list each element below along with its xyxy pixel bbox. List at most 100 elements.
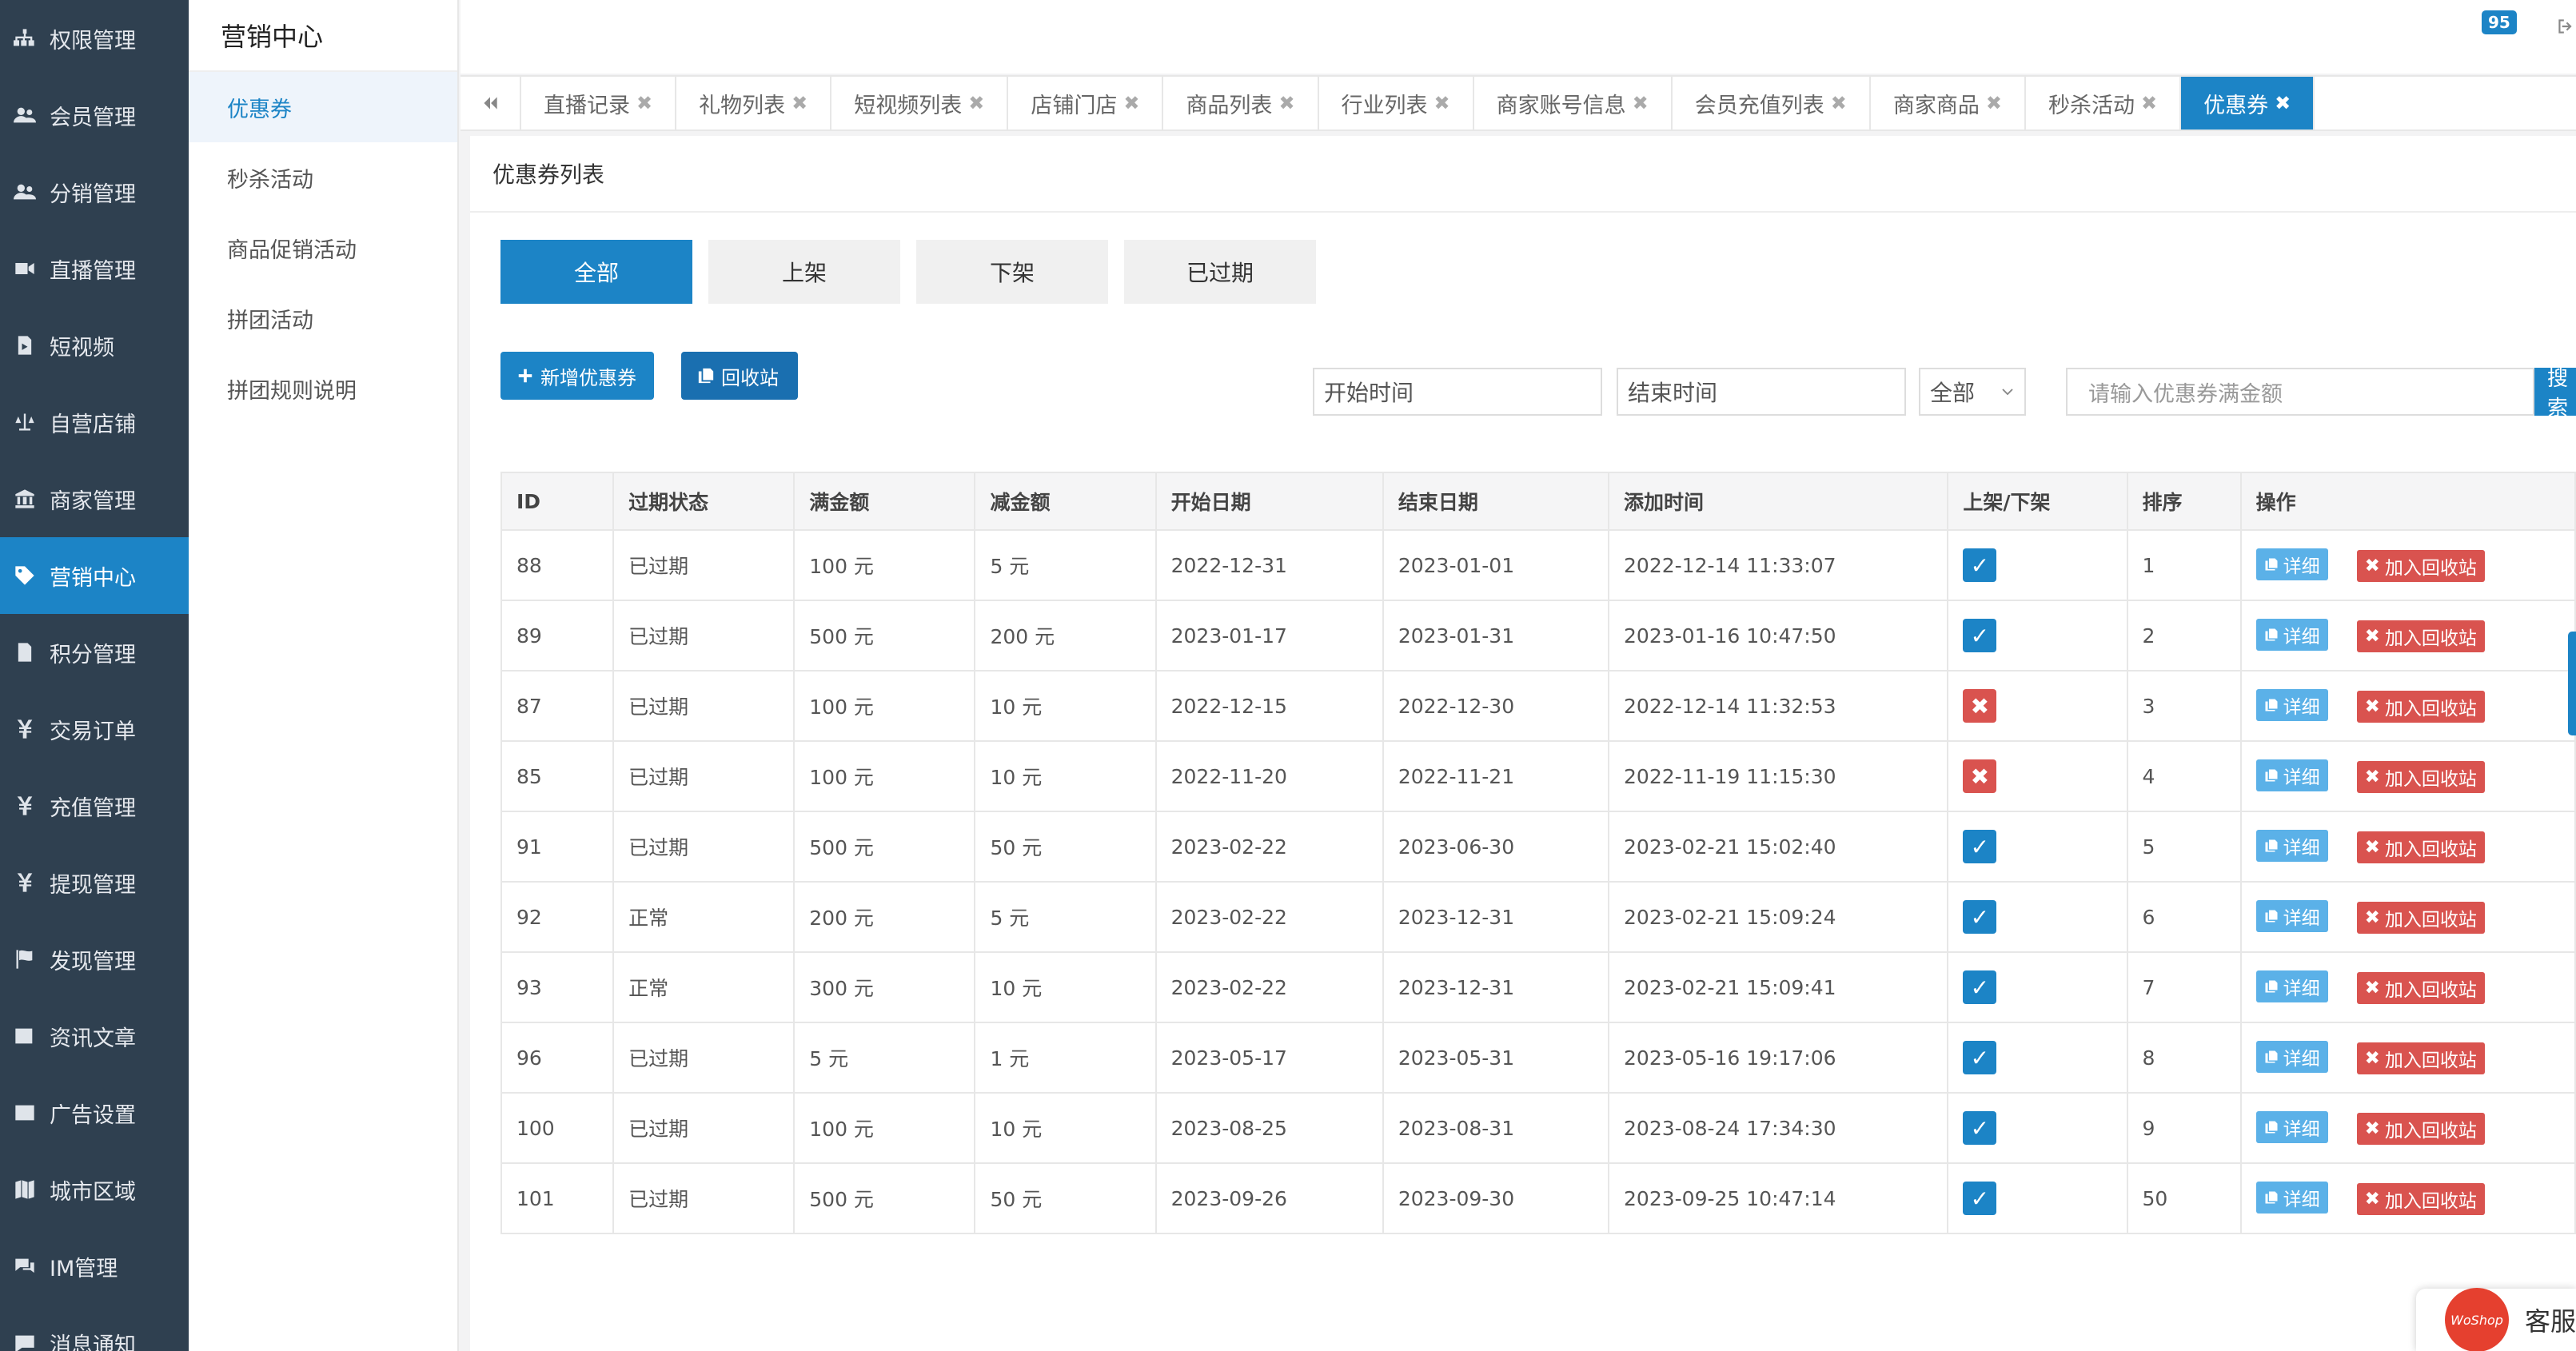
- close-icon[interactable]: ✖: [1633, 92, 1649, 114]
- page-tab[interactable]: 短视频列表 ✖: [831, 77, 1009, 130]
- submenu-item[interactable]: 秒杀活动: [189, 142, 457, 213]
- check-icon[interactable]: ✓: [1963, 1111, 1997, 1145]
- sidebar-item[interactable]: 商家管理: [0, 460, 189, 537]
- sidebar-item[interactable]: 交易订单: [0, 691, 189, 767]
- check-icon[interactable]: ✓: [1963, 900, 1997, 934]
- page-tab[interactable]: 商家账号信息 ✖: [1474, 77, 1673, 130]
- sidebar-item[interactable]: 消息通知: [0, 1305, 189, 1351]
- check-icon[interactable]: ✓: [1963, 1182, 1997, 1215]
- end-time-input[interactable]: 结束时间: [1617, 368, 1906, 416]
- close-icon[interactable]: ✖: [2141, 92, 2157, 114]
- move-to-recycle-button[interactable]: ✖ 加入回收站: [2356, 1183, 2485, 1215]
- column-header: 上架/下架: [1947, 472, 2128, 531]
- close-icon[interactable]: ✖: [2275, 92, 2291, 114]
- detail-button[interactable]: 详细: [2255, 689, 2328, 721]
- close-icon[interactable]: ✖: [1986, 92, 2002, 114]
- sidebar-item[interactable]: 城市区域: [0, 1151, 189, 1228]
- move-to-recycle-button[interactable]: ✖ 加入回收站: [2356, 620, 2485, 652]
- cell-sort: 50: [2126, 1162, 2242, 1234]
- cell-sort: 5: [2126, 811, 2242, 883]
- detail-button[interactable]: 详细: [2255, 548, 2328, 580]
- cell-full-amount: 200 元: [793, 881, 976, 953]
- page-tab[interactable]: 店铺门店 ✖: [1008, 77, 1164, 130]
- page-tab[interactable]: 优惠券 ✖: [2181, 77, 2315, 130]
- detail-button[interactable]: 详细: [2255, 1041, 2328, 1073]
- message-count-badge: 95: [2482, 10, 2517, 34]
- status-select[interactable]: 全部: [1919, 368, 2026, 416]
- sidebar-item[interactable]: 资讯文章: [0, 998, 189, 1074]
- sidebar-item[interactable]: 权限管理: [0, 0, 189, 77]
- page-tab[interactable]: 礼物列表 ✖: [676, 77, 832, 130]
- sidebar-item[interactable]: 广告设置: [0, 1074, 189, 1151]
- move-to-recycle-button[interactable]: ✖ 加入回收站: [2356, 1042, 2485, 1074]
- close-icon[interactable]: ✖: [968, 92, 984, 114]
- sidebar-item[interactable]: 营销中心: [0, 537, 189, 614]
- detail-button[interactable]: 详细: [2255, 970, 2328, 1002]
- check-icon[interactable]: ✓: [1963, 548, 1997, 582]
- page-tab[interactable]: 行业列表 ✖: [1319, 77, 1474, 130]
- sidebar-item[interactable]: 积分管理: [0, 614, 189, 691]
- coupon-amount-search-input[interactable]: 请输入优惠券满金额: [2066, 368, 2534, 416]
- move-to-recycle-button[interactable]: ✖ 加入回收站: [2356, 831, 2485, 863]
- tabs-scroll-left-button[interactable]: [461, 77, 521, 130]
- start-time-input[interactable]: 开始时间: [1313, 368, 1602, 416]
- close-icon[interactable]: ✖: [1278, 92, 1294, 114]
- page-tab[interactable]: 秒杀活动 ✖: [2026, 77, 2182, 130]
- detail-button[interactable]: 详细: [2255, 830, 2328, 862]
- flag-icon: [11, 946, 38, 973]
- sidebar-item[interactable]: 分销管理: [0, 153, 189, 230]
- cross-icon[interactable]: ✖: [1963, 689, 1997, 723]
- close-icon[interactable]: ✖: [1434, 92, 1450, 114]
- add-coupon-button[interactable]: 新增优惠券: [500, 352, 654, 400]
- cell-status: 已过期: [612, 811, 796, 883]
- filter-tab[interactable]: 全部: [500, 240, 692, 304]
- move-to-recycle-button[interactable]: ✖ 加入回收站: [2356, 902, 2485, 934]
- search-button[interactable]: 搜索: [2534, 368, 2576, 416]
- move-to-recycle-button[interactable]: ✖ 加入回收站: [2356, 972, 2485, 1004]
- submenu-item[interactable]: 商品促销活动: [189, 213, 457, 283]
- move-to-recycle-button[interactable]: ✖ 加入回收站: [2356, 761, 2485, 793]
- customer-service-widget[interactable]: WoShop 客服: [2416, 1288, 2576, 1351]
- sidebar-item[interactable]: 直播管理: [0, 230, 189, 307]
- cell-added-time: 2023-09-25 10:47:14: [1608, 1162, 1949, 1234]
- scrollbar-handle[interactable]: [2568, 632, 2576, 735]
- page-tab[interactable]: 直播记录 ✖: [521, 77, 677, 130]
- sidebar-item[interactable]: IM管理: [0, 1228, 189, 1305]
- cell-full-amount: 5 元: [793, 1022, 976, 1094]
- submenu-item[interactable]: 拼团规则说明: [189, 353, 457, 424]
- sidebar-item[interactable]: 短视频: [0, 307, 189, 384]
- check-icon[interactable]: ✓: [1963, 830, 1997, 863]
- detail-button[interactable]: 详细: [2255, 1111, 2328, 1143]
- close-icon[interactable]: ✖: [1831, 92, 1847, 114]
- detail-button[interactable]: 详细: [2255, 900, 2328, 932]
- sidebar-item[interactable]: 发现管理: [0, 921, 189, 998]
- page-tab[interactable]: 商品列表 ✖: [1163, 77, 1319, 130]
- detail-button[interactable]: 详细: [2255, 759, 2328, 791]
- logout-icon[interactable]: [2555, 16, 2576, 37]
- move-to-recycle-button[interactable]: ✖ 加入回收站: [2356, 1113, 2485, 1145]
- filter-tab[interactable]: 已过期: [1124, 240, 1316, 304]
- submenu-item[interactable]: 拼团活动: [189, 283, 457, 353]
- filter-tab[interactable]: 上架: [708, 240, 900, 304]
- recycle-bin-button[interactable]: 回收站: [681, 352, 798, 400]
- close-icon[interactable]: ✖: [636, 92, 652, 114]
- sidebar-item[interactable]: 会员管理: [0, 77, 189, 153]
- sidebar-item[interactable]: 提现管理: [0, 844, 189, 921]
- detail-button[interactable]: 详细: [2255, 1182, 2328, 1214]
- close-icon[interactable]: ✖: [792, 92, 807, 114]
- sidebar-item[interactable]: 自营店铺: [0, 384, 189, 460]
- move-to-recycle-button[interactable]: ✖ 加入回收站: [2356, 550, 2485, 582]
- submenu-item[interactable]: 优惠券: [189, 72, 457, 142]
- cross-icon[interactable]: ✖: [1963, 759, 1997, 793]
- page-tab[interactable]: 会员充值列表 ✖: [1673, 77, 1871, 130]
- check-icon[interactable]: ✓: [1963, 1041, 1997, 1074]
- filter-tab[interactable]: 下架: [916, 240, 1108, 304]
- message-notification[interactable]: 95: [2482, 10, 2517, 34]
- check-icon[interactable]: ✓: [1963, 619, 1997, 652]
- page-tab[interactable]: 商家商品 ✖: [1871, 77, 2026, 130]
- close-icon[interactable]: ✖: [1123, 92, 1139, 114]
- move-to-recycle-button[interactable]: ✖ 加入回收站: [2356, 691, 2485, 723]
- detail-button[interactable]: 详细: [2255, 619, 2328, 651]
- sidebar-item[interactable]: 充值管理: [0, 767, 189, 844]
- check-icon[interactable]: ✓: [1963, 970, 1997, 1004]
